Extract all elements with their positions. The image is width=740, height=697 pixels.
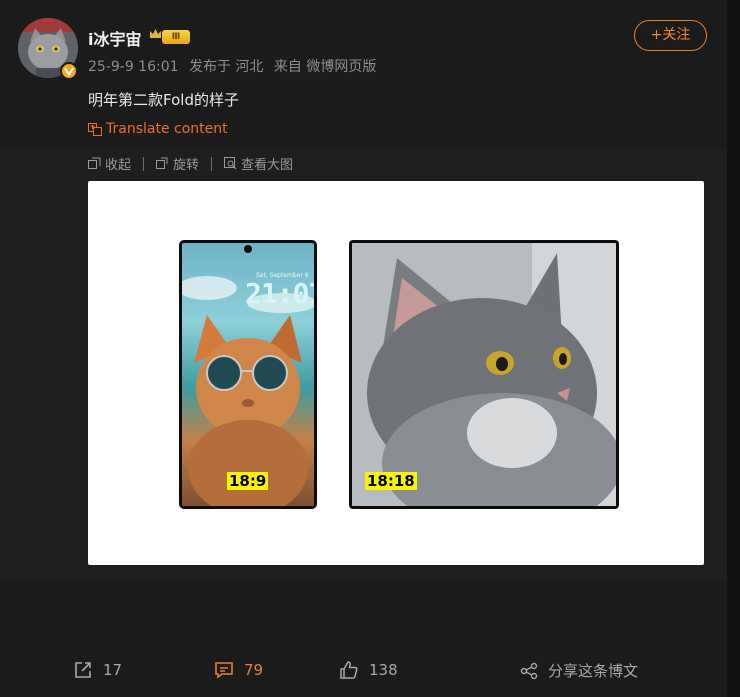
- like-count: 138: [369, 661, 398, 679]
- scrollbar-track[interactable]: [727, 0, 740, 697]
- share-label: 分享这条博文: [548, 662, 639, 680]
- right-phone-mockup: 18:18: [349, 240, 619, 509]
- aspect-ratio-label: 18:9: [227, 472, 269, 490]
- post-location: 发布于 河北: [188, 59, 264, 75]
- image-toolbar: 收起 旋转 查看大图: [88, 154, 293, 173]
- magnify-icon: [224, 157, 237, 170]
- weibo-post-page: i冰宇宙 Ⅲ 25-9-9 16:01 发布于 河北 来自 微博网页版 +关注 …: [0, 0, 740, 697]
- rotate-label: 旋转: [173, 158, 200, 173]
- username[interactable]: i冰宇宙: [88, 26, 142, 50]
- follow-button[interactable]: +关注: [634, 20, 707, 51]
- share-button[interactable]: 分享这条博文: [520, 660, 638, 681]
- translate-icon: [88, 122, 102, 136]
- lockscreen-clock: 21:07: [245, 277, 317, 310]
- grey-cat-image: [352, 243, 616, 506]
- translate-label: Translate content: [106, 121, 228, 137]
- comment-count: 79: [244, 661, 264, 679]
- post-image[interactable]: Sat, September 6 21:07 18:9 18:18: [88, 181, 704, 565]
- repost-count: 17: [103, 661, 123, 679]
- crown-icon: [150, 29, 161, 38]
- verified-badge-icon: [60, 62, 78, 80]
- post-source: 来自 微博网页版: [273, 59, 377, 75]
- aspect-ratio-label: 18:18: [365, 472, 417, 490]
- repost-icon: [75, 662, 91, 678]
- toolbar-divider: [211, 156, 213, 171]
- left-phone-mockup: Sat, September 6 21:07 18:9: [179, 240, 317, 509]
- translate-link[interactable]: Translate content: [88, 121, 228, 137]
- thumbs-up-icon: [340, 661, 358, 679]
- collapse-icon: [88, 157, 101, 169]
- post-text: 明年第二款Fold的样子: [88, 91, 239, 109]
- rotate-icon: [156, 157, 168, 169]
- collapse-button[interactable]: 收起: [88, 154, 131, 173]
- comment-icon: [215, 662, 233, 679]
- post-meta: 25-9-9 16:01 发布于 河北 来自 微博网页版: [88, 56, 382, 76]
- view-large-button[interactable]: 查看大图: [224, 154, 293, 173]
- rotate-button[interactable]: 旋转: [156, 154, 199, 173]
- post-action-bar: 17 79 138 分享这条博文: [0, 655, 727, 689]
- comment-button[interactable]: 79: [214, 660, 263, 680]
- level-badge: Ⅲ: [162, 30, 190, 44]
- like-button[interactable]: 138: [339, 660, 398, 680]
- share-icon: [520, 662, 538, 679]
- view-large-label: 查看大图: [241, 158, 294, 173]
- collapse-label: 收起: [105, 158, 132, 173]
- repost-button[interactable]: 17: [73, 660, 122, 680]
- post-date[interactable]: 25-9-9 16:01: [88, 59, 179, 75]
- toolbar-divider: [143, 156, 145, 171]
